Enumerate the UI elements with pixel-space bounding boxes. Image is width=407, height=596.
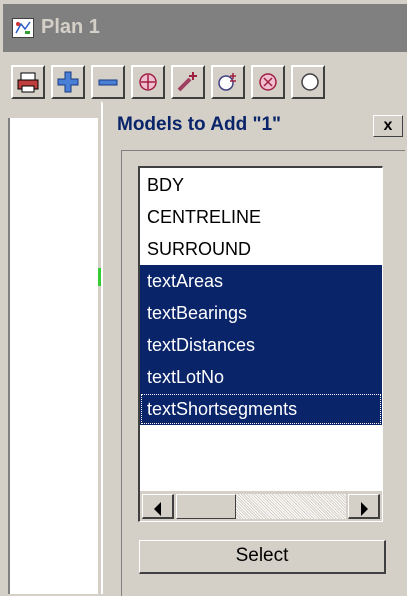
- more-icon: [301, 73, 319, 91]
- add-model-button[interactable]: [171, 65, 205, 99]
- print-icon: [17, 72, 39, 93]
- arrow-left-icon: [154, 502, 161, 516]
- zoom-out-icon: [98, 79, 118, 86]
- arrow-right-icon: [361, 502, 368, 516]
- list-item[interactable]: BDY: [140, 169, 382, 201]
- plan-title: Plan 1: [41, 16, 100, 38]
- zoom-extent-button[interactable]: [251, 65, 285, 99]
- plan-canvas[interactable]: [8, 118, 101, 594]
- list-item[interactable]: textShortsegments: [140, 393, 382, 425]
- scroll-thumb[interactable]: [176, 494, 236, 519]
- zoom-out-button[interactable]: [91, 65, 125, 99]
- model-list: BDY CENTRELINE SURROUND textAreas textBearin…: [140, 169, 382, 425]
- zoom-target-button[interactable]: [131, 65, 165, 99]
- zoom-plus-minus-button[interactable]: [211, 65, 245, 99]
- list-item[interactable]: SURROUND: [140, 233, 382, 265]
- plan-window-icon: [12, 18, 34, 38]
- dialog-title: Models to Add "1": [117, 114, 282, 135]
- pan-plus-icon: [57, 71, 79, 93]
- pan-plus-button[interactable]: [51, 65, 85, 99]
- scroll-right-button[interactable]: [348, 494, 380, 519]
- more-button[interactable]: [291, 65, 325, 99]
- add-model-icon: [177, 72, 197, 92]
- plan-titlebar[interactable]: Plan 1: [3, 4, 407, 52]
- list-item[interactable]: textLotNo: [140, 361, 382, 393]
- zoom-target-icon: [139, 73, 157, 91]
- models-to-add-dialog: Models to Add "1" x BDY CENTRELINE SURROUN…: [101, 101, 407, 596]
- print-button[interactable]: [11, 65, 45, 99]
- scroll-left-button[interactable]: [142, 494, 174, 519]
- zoom-extent-icon: [259, 73, 277, 91]
- list-item[interactable]: CENTRELINE: [140, 201, 382, 233]
- models-listbox[interactable]: BDY CENTRELINE SURROUND textAreas textBearin…: [138, 166, 383, 522]
- list-item[interactable]: textAreas: [140, 265, 382, 297]
- list-item[interactable]: textDistances: [140, 329, 382, 361]
- dialog-titlebar[interactable]: Models to Add "1" x: [107, 107, 407, 143]
- select-button[interactable]: Select: [139, 540, 386, 574]
- close-button[interactable]: x: [373, 115, 403, 137]
- list-item[interactable]: textBearings: [140, 297, 382, 329]
- horizontal-scrollbar[interactable]: [140, 491, 382, 521]
- zoom-plus-minus-icon: [218, 73, 236, 91]
- close-icon: x: [383, 117, 393, 134]
